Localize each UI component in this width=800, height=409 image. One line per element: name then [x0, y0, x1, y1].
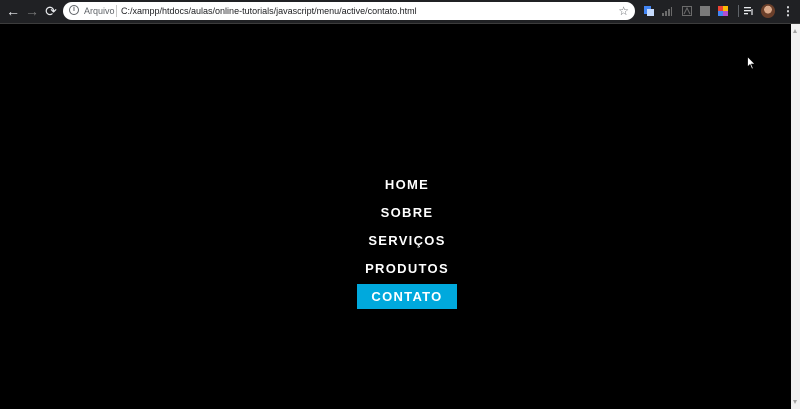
- menu-link-home[interactable]: HOME: [357, 172, 457, 197]
- menu-item-servicos: SERVIÇOS: [357, 228, 457, 256]
- browser-menu-icon[interactable]: ⋮: [782, 3, 794, 19]
- menu-link-servicos[interactable]: SERVIÇOS: [357, 228, 457, 253]
- color-palette-extension-icon[interactable]: [718, 6, 728, 16]
- signal-extension-icon[interactable]: [662, 6, 672, 16]
- scroll-up-arrow-icon[interactable]: [793, 29, 797, 33]
- info-icon[interactable]: i: [69, 5, 79, 15]
- menu-link-contato[interactable]: CONTATO: [357, 284, 457, 309]
- toolbar-divider: [738, 5, 739, 17]
- mouse-cursor-icon: [747, 56, 756, 70]
- forward-button[interactable]: →: [24, 3, 40, 19]
- menu-item-home: HOME: [357, 172, 457, 200]
- menu-item-sobre: SOBRE: [357, 200, 457, 228]
- pdf-extension-icon[interactable]: [682, 6, 692, 16]
- media-playlist-icon[interactable]: [744, 6, 754, 16]
- scroll-down-arrow-icon[interactable]: [793, 400, 797, 404]
- url-scheme-label: Arquivo: [84, 6, 115, 16]
- back-button[interactable]: ←: [5, 3, 21, 19]
- reload-button[interactable]: ⟳: [43, 3, 59, 19]
- bookmark-star-icon[interactable]: ☆: [618, 3, 629, 19]
- menu-item-produtos: PRODUTOS: [357, 256, 457, 284]
- address-bar[interactable]: i Arquivo C:/xampp/htdocs/aulas/online-t…: [63, 2, 635, 20]
- browser-toolbar: ← → ⟳ i Arquivo C:/xampp/htdocs/aulas/on…: [0, 0, 800, 24]
- translate-extension-icon[interactable]: [644, 6, 654, 16]
- box-extension-icon[interactable]: [700, 6, 710, 16]
- menu-link-produtos[interactable]: PRODUTOS: [357, 256, 457, 281]
- menu-item-contato: CONTATO: [357, 284, 457, 312]
- url-text[interactable]: C:/xampp/htdocs/aulas/online-tutorials/j…: [121, 5, 417, 17]
- main-menu: HOME SOBRE SERVIÇOS PRODUTOS CONTATO: [357, 172, 457, 312]
- menu-link-sobre[interactable]: SOBRE: [357, 200, 457, 225]
- profile-avatar[interactable]: [761, 4, 775, 18]
- vertical-scrollbar[interactable]: [791, 24, 800, 409]
- address-divider: [116, 5, 117, 17]
- page-viewport: HOME SOBRE SERVIÇOS PRODUTOS CONTATO: [0, 24, 791, 409]
